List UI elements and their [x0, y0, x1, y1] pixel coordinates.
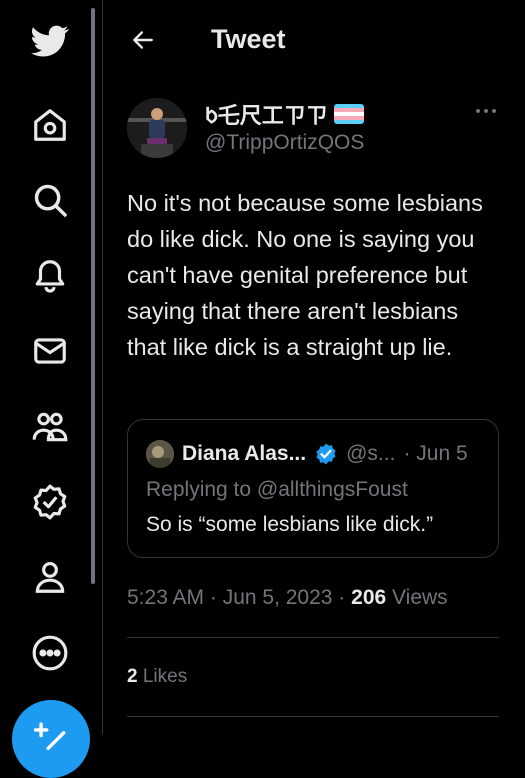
quoted-tweet-header: Diana Alas... @s... · Jun 5 [146, 440, 468, 468]
likes-stat[interactable]: 2 Likes [127, 666, 187, 688]
column-divider [102, 0, 103, 735]
replying-to[interactable]: Replying to @allthingsFoust [146, 478, 408, 502]
likes-count: 2 [127, 666, 138, 687]
notifications-icon[interactable] [22, 248, 78, 304]
back-arrow-icon[interactable] [127, 24, 159, 56]
search-icon[interactable] [22, 172, 78, 228]
compose-tweet-button[interactable] [12, 700, 90, 778]
divider [127, 637, 499, 638]
quoted-tweet-text: So is “some lesbians like dick.” [146, 513, 434, 536]
quoted-author-handle: @s... [346, 442, 396, 465]
communities-icon[interactable] [22, 399, 78, 455]
page-title: Tweet [211, 24, 286, 54]
meta-separator: · [332, 586, 352, 609]
likes-label: Likes [137, 666, 188, 687]
author-handle[interactable]: @TrippOrtizQOS [205, 131, 364, 155]
quoted-tweet[interactable]: Diana Alas... @s... · Jun 5 Replying to … [127, 419, 499, 558]
trans-flag-icon [333, 104, 364, 124]
more-icon[interactable] [22, 625, 78, 681]
profile-icon[interactable] [22, 549, 78, 605]
quoted-date: · Jun 5 [403, 442, 468, 465]
quoted-author-name[interactable]: Diana Alas... [182, 442, 306, 466]
views-label: Views [386, 586, 448, 609]
author-display-name[interactable]: ᱠ乇尺工ㄗㄗ [205, 98, 364, 130]
divider [127, 716, 499, 717]
sidebar-scrollbar[interactable] [91, 8, 95, 584]
quoted-avatar[interactable] [146, 440, 174, 468]
views-count: 206 [351, 586, 387, 609]
verified-icon[interactable] [22, 474, 78, 530]
avatar[interactable] [127, 98, 187, 158]
home-icon[interactable] [22, 97, 78, 153]
author-name-text: ᱠ乇尺工ㄗㄗ [205, 103, 328, 128]
tweet-meta: 5:23 AM · Jun 5, 2023 · 206 Views [127, 586, 448, 610]
tweet-text: No it's not because some lesbians do lik… [127, 190, 483, 360]
sidebar [0, 0, 100, 778]
more-options-icon[interactable] [466, 96, 506, 126]
messages-icon[interactable] [22, 323, 78, 379]
tweet-timestamp[interactable]: 5:23 AM · Jun 5, 2023 [127, 586, 332, 609]
twitter-logo-icon[interactable] [22, 13, 78, 69]
verified-badge-icon [314, 442, 338, 466]
